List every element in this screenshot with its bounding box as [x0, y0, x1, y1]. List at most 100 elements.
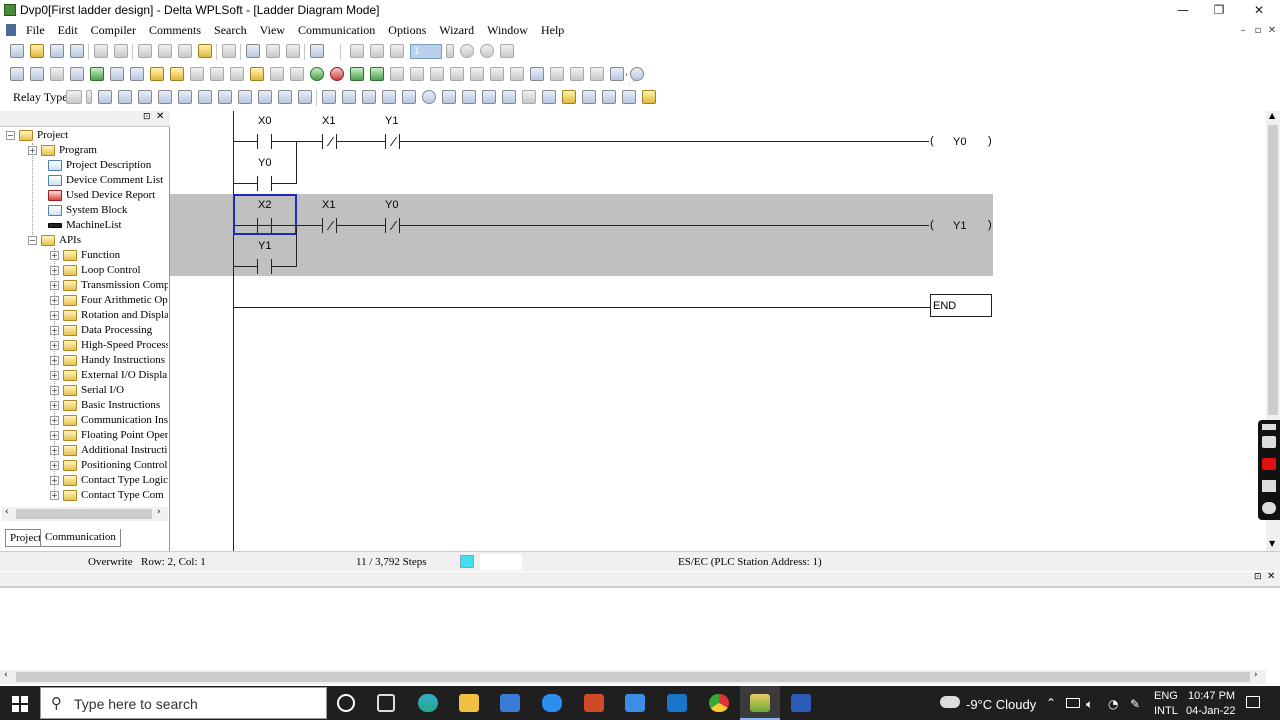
api-item[interactable]: + Floating Point Oper [50, 428, 168, 443]
register-icon[interactable] [510, 67, 524, 81]
block-icon[interactable] [442, 90, 456, 104]
mdi-close-button[interactable]: ✕ [1265, 24, 1279, 38]
sfc-mode-icon[interactable] [50, 67, 64, 81]
tree-item-system-block[interactable]: System Block [48, 203, 170, 218]
rung1-parallel-contact[interactable] [257, 176, 272, 191]
bulb-icon[interactable] [230, 67, 244, 81]
record-icon[interactable] [460, 44, 474, 58]
scroll-down-icon[interactable]: ▼ [1269, 539, 1275, 548]
api-item[interactable]: + Four Arithmetic Op [50, 293, 168, 308]
api-item[interactable]: + Positioning Control [50, 458, 168, 473]
api-item[interactable]: + Function [50, 248, 168, 263]
menu-search[interactable]: Search [209, 20, 252, 38]
instruction-mode-icon[interactable] [30, 67, 44, 81]
comm-settings-icon[interactable] [630, 67, 644, 81]
wifi-icon[interactable]: ◔ [1108, 697, 1118, 711]
scroll-up-icon[interactable]: ▲ [1269, 111, 1275, 120]
mail-icon[interactable] [625, 694, 645, 712]
step-input[interactable]: 1 [410, 44, 442, 59]
node-icon[interactable] [422, 90, 436, 104]
inv-icon[interactable] [362, 90, 376, 104]
step-spinner-icon[interactable] [446, 44, 454, 58]
api-item[interactable]: + Transmission Comp [50, 278, 168, 293]
device-icon[interactable] [110, 67, 124, 81]
contact-nc-icon[interactable] [118, 90, 132, 104]
tab-communication[interactable]: Communication [40, 529, 121, 547]
scroll-left-icon[interactable]: ‹ [4, 670, 8, 680]
help-icon[interactable] [310, 44, 324, 58]
read-icon[interactable] [210, 67, 224, 81]
write-icon[interactable] [190, 67, 204, 81]
panel-close-icon[interactable]: ✕ [156, 111, 164, 122]
cortana-icon[interactable] [337, 694, 355, 712]
scroll-right-icon[interactable]: › [157, 507, 161, 517]
force-on-icon[interactable] [450, 67, 464, 81]
api-item[interactable]: + Contact Type Logic [50, 473, 168, 488]
gallery-icon[interactable] [1262, 480, 1276, 492]
split-vertical-icon[interactable] [622, 90, 636, 104]
page-icon[interactable] [290, 67, 304, 81]
merge-icon[interactable] [482, 90, 496, 104]
rung1-contact-no[interactable] [257, 134, 272, 149]
diamond-icon[interactable] [522, 90, 536, 104]
menu-wizard[interactable]: Wizard [434, 20, 479, 38]
mail-icon[interactable] [562, 90, 576, 104]
save-all-icon[interactable] [70, 44, 84, 58]
undo-icon[interactable] [94, 44, 108, 58]
rung1-contact-nc[interactable] [322, 134, 337, 149]
coil-icon[interactable] [642, 90, 656, 104]
find-icon[interactable] [550, 67, 564, 81]
record-icon[interactable] [1262, 458, 1276, 470]
battery-icon[interactable] [1066, 698, 1080, 708]
scroll-thumb[interactable] [16, 672, 1250, 682]
scroll-thumb[interactable] [1268, 125, 1278, 415]
api-item[interactable]: + Serial I/O [50, 383, 168, 398]
f11-icon[interactable] [278, 90, 292, 104]
tree-item-project-description[interactable]: Project Description [48, 158, 170, 173]
video-editor-icon[interactable] [667, 694, 687, 712]
expand-icon[interactable]: + [28, 145, 37, 155]
redo-icon[interactable] [114, 44, 128, 58]
rung2-parallel-contact[interactable] [257, 259, 272, 274]
task-view-icon[interactable] [377, 694, 395, 712]
branch-icon[interactable] [462, 90, 476, 104]
rung1-contact-nc[interactable] [385, 134, 400, 149]
wizard-icon[interactable] [500, 44, 514, 58]
cut-icon[interactable] [138, 44, 152, 58]
clear-icon[interactable] [198, 44, 212, 58]
api-item[interactable]: + Loop Control [50, 263, 168, 278]
lang-bottom[interactable]: INTL [1154, 705, 1178, 717]
zoom-app-icon[interactable] [542, 694, 562, 712]
upload-icon[interactable] [370, 67, 384, 81]
tray-chevron-icon[interactable]: ⌃ [1046, 696, 1056, 710]
menu-edit[interactable]: Edit [53, 20, 83, 38]
menu-view[interactable]: View [255, 20, 290, 38]
relay-type-arrow-icon[interactable] [86, 90, 92, 104]
find-next-icon[interactable] [570, 67, 584, 81]
f12-icon[interactable] [298, 90, 312, 104]
online-icon[interactable] [310, 67, 324, 81]
menu-compiler[interactable]: Compiler [86, 20, 141, 38]
rung2-contact-nc[interactable] [322, 218, 337, 233]
api-item[interactable]: + Data Processing [50, 323, 168, 338]
output-hscrollbar[interactable]: ‹ › [0, 670, 1266, 684]
end-block[interactable]: END [930, 294, 992, 317]
run-icon[interactable] [350, 44, 364, 58]
reset-icon[interactable] [430, 67, 444, 81]
chrome-icon[interactable] [709, 694, 729, 712]
vertical-icon[interactable] [602, 90, 616, 104]
contact-rise-icon[interactable] [138, 90, 152, 104]
pin-icon[interactable]: ⊡ [1254, 572, 1262, 582]
scroll-right-icon[interactable]: › [1254, 670, 1258, 680]
lang-top[interactable]: ENG [1154, 690, 1178, 702]
line-icon[interactable] [502, 90, 516, 104]
api-icon[interactable] [542, 90, 556, 104]
list-icon[interactable] [150, 67, 164, 81]
api-item[interactable]: + Handy Instructions [50, 353, 168, 368]
table-monitor-icon[interactable] [490, 67, 504, 81]
offline-icon[interactable] [330, 67, 344, 81]
download-icon[interactable] [390, 67, 404, 81]
store-icon[interactable] [500, 694, 520, 712]
menu-comments[interactable]: Comments [144, 20, 206, 38]
f7-icon[interactable] [218, 90, 232, 104]
